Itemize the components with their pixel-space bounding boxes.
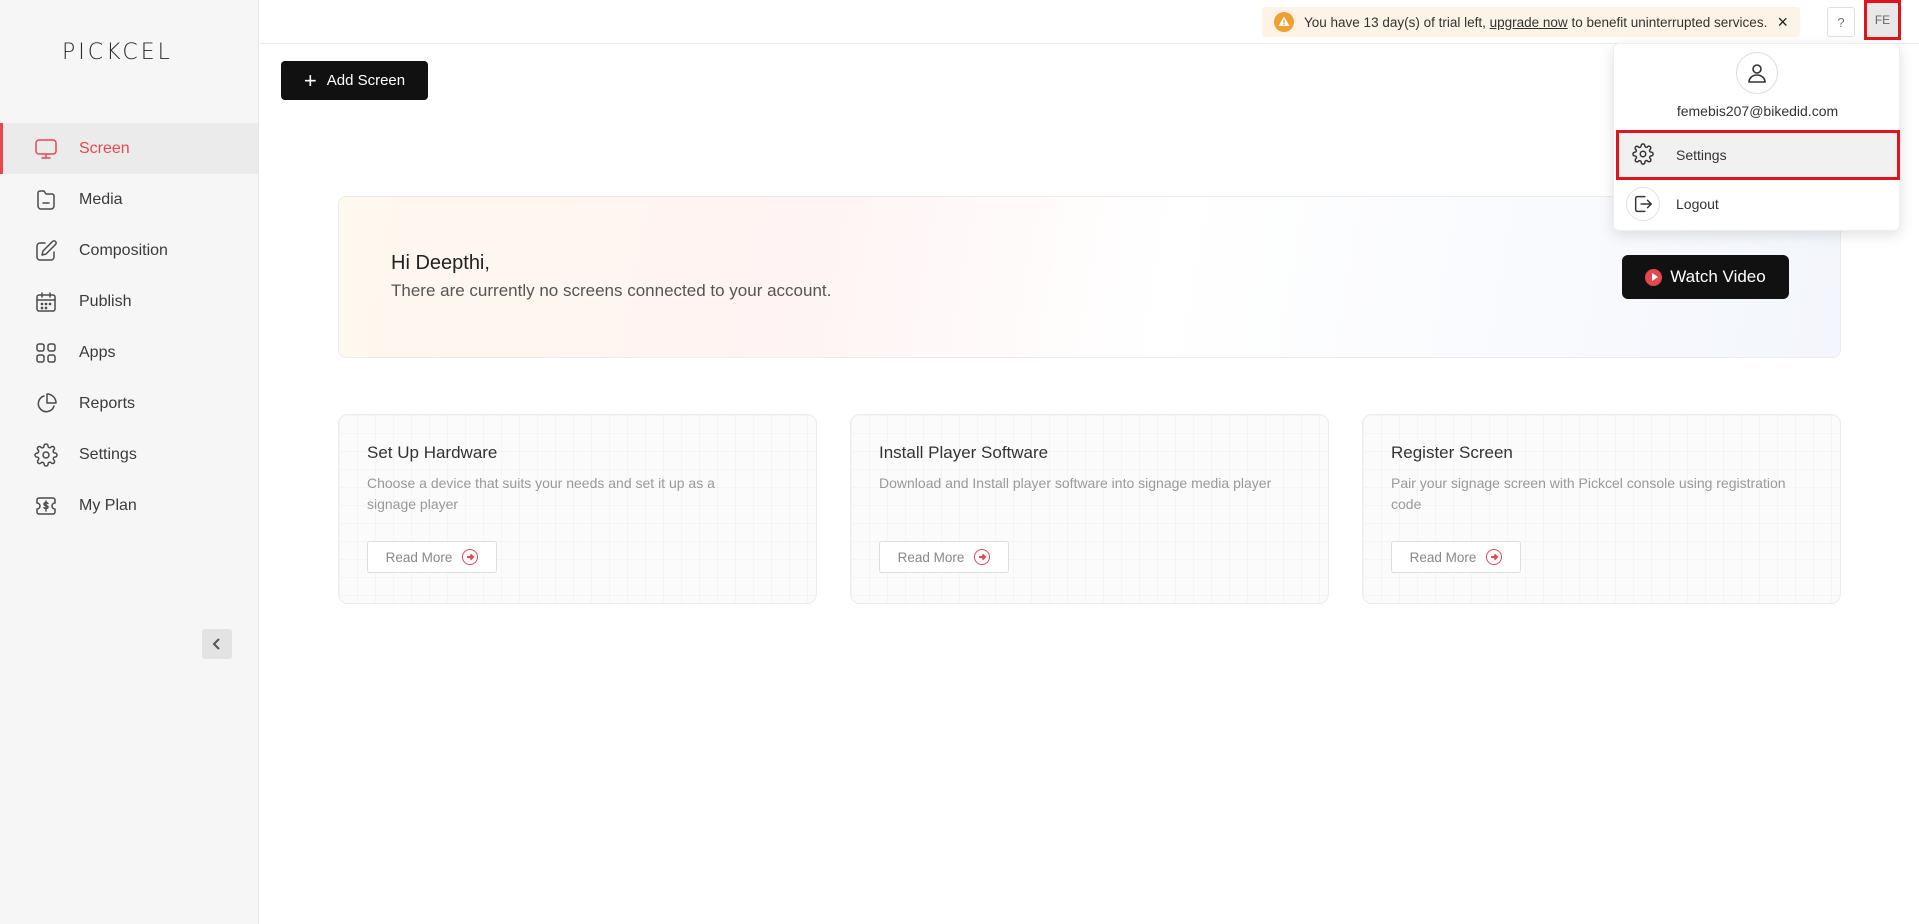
card-description: Download and Install player software int…	[879, 475, 1272, 491]
read-more-label: Read More	[385, 549, 453, 565]
sidebar-item-reports[interactable]: Reports	[0, 378, 258, 429]
chevron-left-icon	[212, 638, 220, 650]
sidebar-item-label: Media	[79, 190, 123, 208]
arrow-right-icon	[1486, 549, 1503, 565]
sidebar-item-screen[interactable]: Screen	[0, 123, 258, 174]
sidebar-item-label: My Plan	[79, 496, 137, 514]
sidebar-item-label: Composition	[79, 241, 168, 259]
read-more-label: Read More	[897, 549, 965, 565]
dollar-ticket-icon	[33, 493, 59, 519]
add-screen-button[interactable]: + Add Screen	[281, 61, 428, 100]
pie-chart-icon	[33, 391, 59, 417]
card-description: Pair your signage screen with Pickcel co…	[1391, 475, 1786, 512]
grid-icon	[33, 340, 59, 366]
menu-item-logout[interactable]: Logout	[1616, 181, 1900, 227]
sidebar-item-my-plan[interactable]: My Plan	[0, 480, 258, 531]
logout-icon	[1632, 193, 1654, 215]
read-more-label: Read More	[1409, 549, 1477, 565]
user-menu-dropdown: femebis207@bikedid.com Settings Logout	[1613, 43, 1900, 231]
read-more-button[interactable]: Read More	[879, 541, 1009, 573]
menu-item-settings[interactable]: Settings	[1616, 130, 1900, 180]
no-screens-message: There are currently no screens connected…	[391, 281, 832, 300]
sidebar: PICKCEL Screen Media Composition Publish…	[0, 0, 259, 924]
sidebar-item-apps[interactable]: Apps	[0, 327, 258, 378]
sidebar-item-composition[interactable]: Composition	[0, 225, 258, 276]
sidebar-item-label: Apps	[79, 343, 116, 361]
watch-video-button[interactable]: Watch Video	[1622, 255, 1789, 299]
upgrade-now-link[interactable]: upgrade now	[1490, 15, 1568, 30]
add-screen-label: Add Screen	[326, 72, 406, 89]
menu-item-label: Logout	[1676, 196, 1719, 212]
folder-icon	[33, 187, 59, 213]
play-icon	[1645, 268, 1663, 286]
plus-icon: +	[303, 67, 317, 93]
user-avatar-button[interactable]: FE	[1864, 0, 1901, 40]
card-description: Choose a device that suits your needs an…	[367, 475, 715, 512]
sidebar-item-settings[interactable]: Settings	[0, 429, 258, 480]
arrow-right-icon	[974, 549, 991, 565]
close-banner-icon[interactable]: ×	[1777, 12, 1788, 33]
warning-icon	[1274, 12, 1294, 32]
sidebar-item-label: Publish	[79, 292, 132, 310]
sidebar-item-publish[interactable]: Publish	[0, 276, 258, 327]
sidebar-item-media[interactable]: Media	[0, 174, 258, 225]
card-title: Register Screen	[1391, 443, 1513, 462]
calendar-icon	[33, 289, 59, 315]
app-logo[interactable]: PICKCEL	[62, 40, 173, 65]
card-install-player-software: Install Player Software Download and Ins…	[850, 414, 1329, 604]
gear-icon	[33, 442, 59, 468]
read-more-button[interactable]: Read More	[1391, 541, 1521, 573]
trial-banner: You have 13 day(s) of trial left, upgrad…	[1262, 7, 1800, 37]
card-register-screen: Register Screen Pair your signage screen…	[1362, 414, 1841, 604]
watch-video-label: Watch Video	[1670, 267, 1766, 286]
gear-icon	[1632, 143, 1654, 165]
card-set-up-hardware: Set Up Hardware Choose a device that sui…	[338, 414, 817, 604]
sidebar-nav: Screen Media Composition Publish Apps Re…	[0, 123, 258, 531]
trial-text-prefix: You have 13 day(s) of trial left,	[1304, 14, 1486, 30]
user-icon	[1736, 52, 1778, 94]
card-title: Install Player Software	[879, 443, 1049, 462]
sidebar-item-label: Settings	[79, 445, 137, 463]
sidebar-item-label: Reports	[79, 394, 136, 412]
menu-item-label: Settings	[1676, 147, 1727, 163]
arrow-right-icon	[462, 549, 479, 565]
sidebar-item-label: Screen	[79, 139, 130, 157]
collapse-sidebar-button[interactable]	[202, 629, 232, 659]
read-more-button[interactable]: Read More	[367, 541, 497, 573]
help-button[interactable]: ?	[1827, 7, 1855, 37]
monitor-icon	[33, 136, 59, 162]
trial-text-suffix: to benefit uninterrupted services.	[1571, 14, 1768, 30]
greeting-title: Hi Deepthi,	[391, 252, 490, 274]
edit-icon	[33, 238, 59, 264]
user-email: femebis207@bikedid.com	[1676, 103, 1839, 119]
card-title: Set Up Hardware	[367, 443, 498, 462]
